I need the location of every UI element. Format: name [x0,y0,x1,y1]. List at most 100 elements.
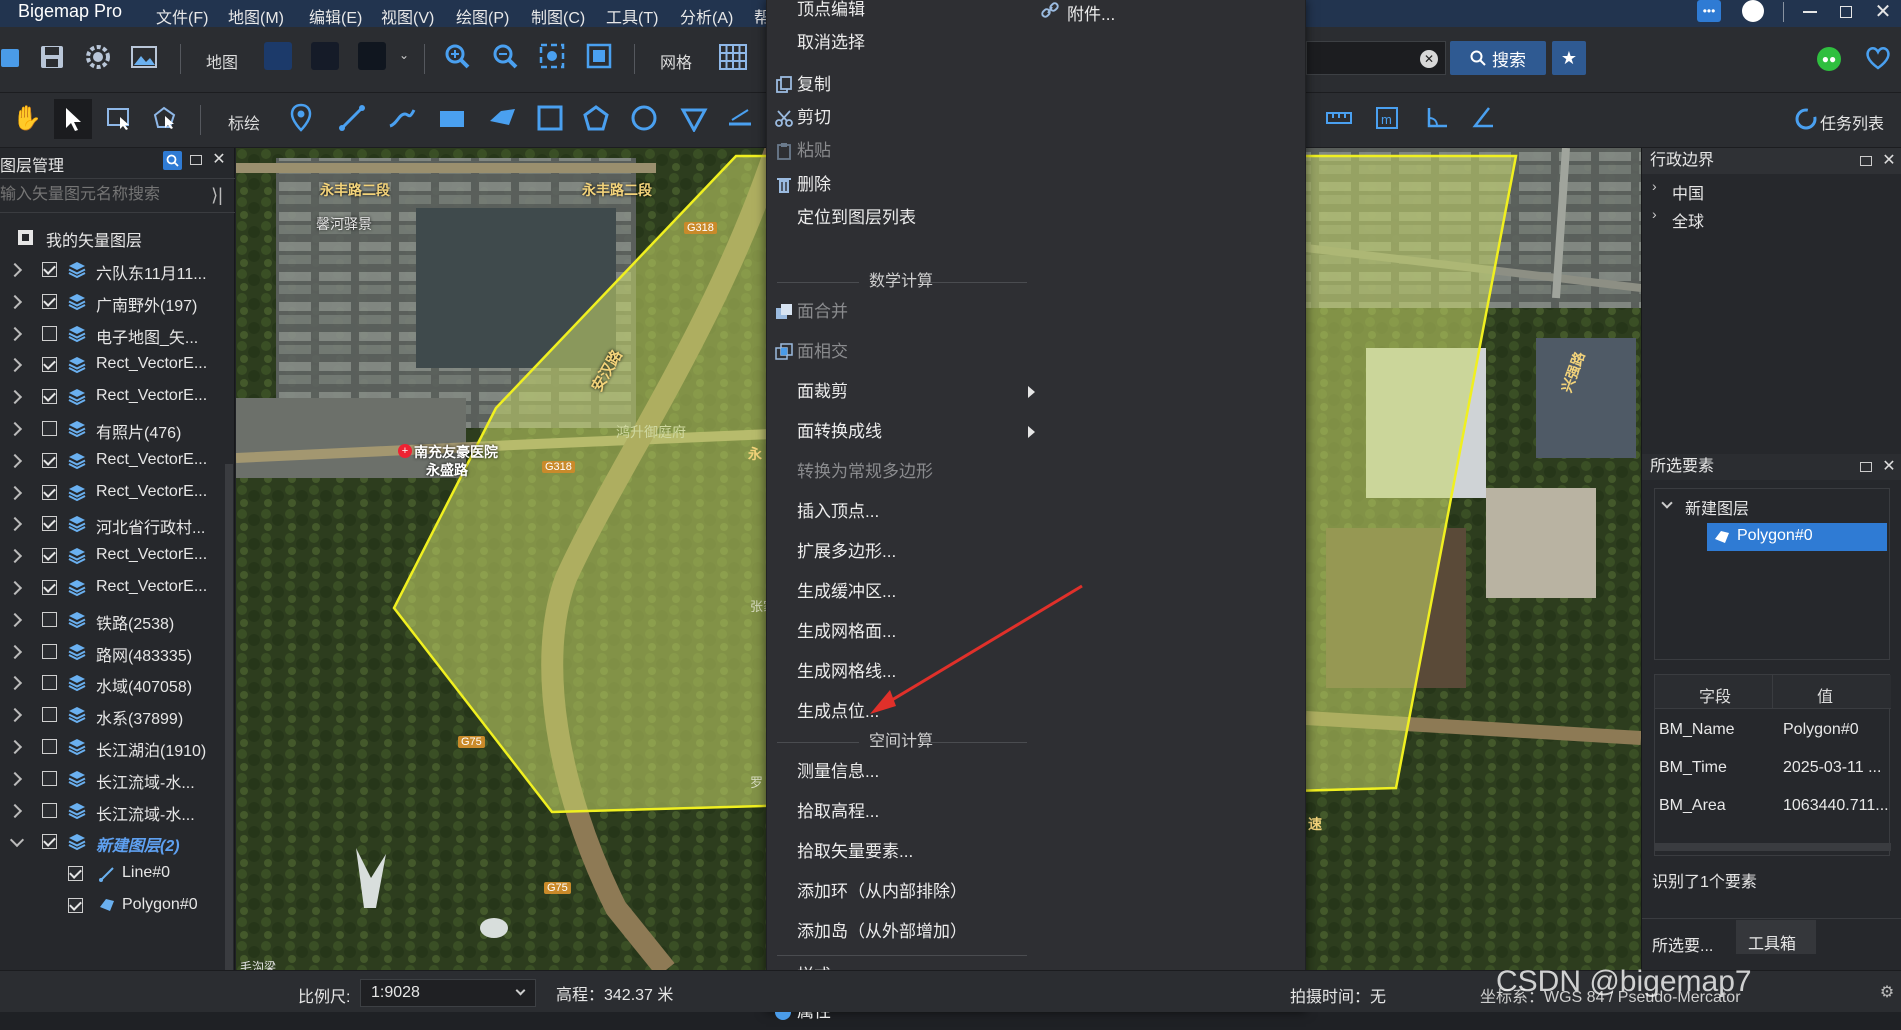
task-list-button[interactable]: 任务列表 [1820,110,1884,134]
layer-checkbox[interactable] [42,643,57,659]
menu-item[interactable]: 拾取矢量要素... [797,834,913,870]
chevron-right-icon[interactable] [7,676,23,691]
layer-checkbox[interactable] [42,516,57,532]
menu-item[interactable]: 插入顶点... [797,494,879,530]
tab-toolbox[interactable]: 工具箱 [1736,920,1816,954]
box-select-icon[interactable] [104,103,134,133]
quad-icon[interactable] [486,101,518,135]
layer-row[interactable]: 河北省行政村... [0,508,235,540]
save-icon[interactable] [38,43,66,71]
chevron-right-icon[interactable] [7,739,23,755]
terrain-map-icon[interactable] [358,42,386,70]
open-icon[interactable] [0,45,20,71]
azimuth-icon[interactable] [1468,103,1498,133]
layer-checkbox[interactable] [42,262,57,277]
clear-search-icon[interactable]: ✕ [1420,50,1438,68]
chevron-right-icon[interactable] [7,485,23,500]
satellite-map-icon[interactable] [264,42,292,70]
feature-checkbox[interactable] [68,866,83,882]
select-arrow-icon[interactable] [54,99,92,139]
circle-icon[interactable] [628,101,660,135]
chevron-right-icon[interactable] [7,771,23,786]
full-extent-icon[interactable] [584,41,614,71]
avatar[interactable] [1742,0,1764,22]
menu-item[interactable]: 定位到图层列表 [797,200,916,236]
zoom-in-icon[interactable] [442,41,472,71]
scrollbar[interactable] [225,464,233,970]
polygon-select-icon[interactable] [150,103,180,133]
layer-row[interactable]: 电子地图_矢... [0,318,235,350]
layer-row[interactable]: 路网(483335) [0,636,235,668]
heart-service-icon[interactable] [1864,45,1892,71]
chevron-right-icon[interactable] [7,294,23,309]
menu-item[interactable]: 面转换成线 [797,414,882,450]
menu-item[interactable]: 添加岛（从外部增加） [797,914,967,950]
scale-select[interactable]: 1:9028 [360,979,536,1007]
night-map-icon[interactable] [311,42,339,70]
menu-edit[interactable]: 编辑(E) [309,4,362,28]
admin-item-china[interactable]: 中国 [1672,180,1704,204]
selected-feature-row[interactable]: Polygon#0 [1707,523,1887,551]
admin-item-global[interactable]: 全球 [1672,208,1704,232]
pentagon-icon[interactable] [580,101,612,135]
angle-icon[interactable] [1422,103,1452,133]
task-refresh-icon[interactable] [1794,107,1818,131]
layer-row[interactable]: Rect_VectorE... [0,477,235,509]
layer-checkbox[interactable] [42,707,57,723]
menu-file[interactable]: 文件(F) [156,4,208,28]
measure-icon[interactable] [724,101,756,135]
tree-root[interactable]: 我的矢量图层 [0,222,235,254]
menu-view[interactable]: 视图(V) [381,4,434,28]
layer-row[interactable]: 长江湖泊(1910) [0,731,235,763]
close-icon[interactable]: ✕ [1880,151,1898,169]
close-icon[interactable]: ✕ [210,150,228,168]
layer-row[interactable]: 水域(407058) [0,667,235,699]
layer-row[interactable]: 广南野外(197) [0,286,235,318]
layer-checkbox[interactable] [42,580,57,595]
menu-item[interactable]: 添加环（从内部排除） [797,874,967,910]
float-icon[interactable] [188,152,204,168]
line-icon[interactable] [336,101,368,135]
chevron-right-icon[interactable]: › [1652,206,1657,222]
layer-row[interactable]: Rect_VectorE... [0,349,235,381]
freehand-line-icon[interactable] [386,101,418,135]
minimize-icon[interactable] [1800,2,1820,22]
zoom-out-icon[interactable] [490,41,520,71]
menu-item[interactable]: 取消选择 [797,25,865,61]
close-icon[interactable]: ✕ [1872,0,1894,23]
layer-checkbox[interactable] [42,611,57,627]
layer-row[interactable]: 有照片(476) [0,413,235,445]
root-checkbox[interactable] [18,230,33,245]
close-icon[interactable]: ✕ [1880,457,1898,475]
ruler-icon[interactable] [1324,103,1354,133]
chevron-right-icon[interactable] [7,580,23,596]
layer-checkbox[interactable] [42,834,57,850]
menu-tools[interactable]: 工具(T) [606,4,658,28]
gear-icon[interactable] [84,43,112,71]
float-icon[interactable] [1858,459,1874,475]
layer-checkbox[interactable] [42,421,57,436]
zoom-extent-icon[interactable] [537,41,567,71]
search-button[interactable]: 搜索 [1450,41,1546,75]
layer-checkbox[interactable] [42,770,57,786]
menu-item[interactable]: 拾取高程... [797,794,879,830]
menu-item-attach[interactable]: 附件... [1067,0,1115,25]
layer-checkbox[interactable] [42,325,57,341]
grid-icon[interactable] [718,43,748,71]
chevron-down-icon[interactable] [9,833,25,848]
selected-layer[interactable]: 新建图层 [1685,495,1749,519]
chevron-right-icon[interactable] [7,262,23,278]
menu-item[interactable]: 删除 [797,167,831,203]
feature-checkbox[interactable] [68,898,83,913]
rectangle-icon[interactable] [436,101,468,135]
layer-row[interactable]: 水系(37899) [0,699,235,731]
chevron-right-icon[interactable] [7,326,23,341]
menu-cartography[interactable]: 制图(C) [531,4,585,28]
layer-row[interactable]: 铁路(2538) [0,604,235,636]
layer-checkbox[interactable] [42,389,57,405]
layer-row[interactable]: 六队东11月11... [0,254,235,286]
chevron-right-icon[interactable] [7,517,23,532]
menu-item[interactable]: 顶点编辑 [797,0,865,28]
layer-checkbox[interactable] [42,739,57,754]
image-icon[interactable] [130,43,158,71]
